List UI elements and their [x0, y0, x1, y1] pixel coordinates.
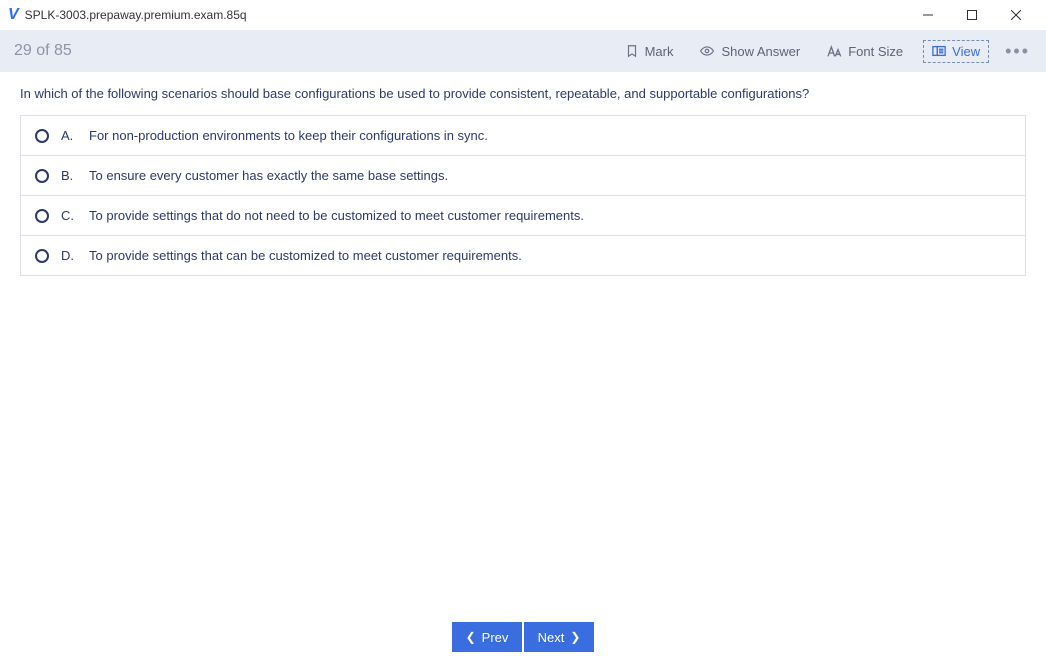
- option-text: For non-production environments to keep …: [89, 128, 488, 143]
- option-c[interactable]: C. To provide settings that do not need …: [21, 195, 1025, 235]
- mark-button[interactable]: Mark: [619, 40, 680, 63]
- option-letter: B.: [61, 168, 77, 183]
- more-options-button[interactable]: •••: [1003, 41, 1032, 62]
- radio-icon: [35, 249, 49, 263]
- next-button[interactable]: Next ❯: [524, 622, 594, 652]
- radio-icon: [35, 129, 49, 143]
- titlebar: V SPLK-3003.prepaway.premium.exam.85q: [0, 0, 1046, 30]
- question-panel: In which of the following scenarios shou…: [0, 72, 1046, 276]
- show-answer-label: Show Answer: [721, 44, 800, 59]
- option-letter: A.: [61, 128, 77, 143]
- window-controls: [906, 1, 1038, 29]
- chevron-right-icon: ❯: [570, 630, 580, 644]
- bottom-nav: ❮ Prev Next ❯: [0, 622, 1046, 652]
- window-title: SPLK-3003.prepaway.premium.exam.85q: [25, 8, 906, 22]
- option-text: To provide settings that can be customiz…: [89, 248, 522, 263]
- close-button[interactable]: [994, 1, 1038, 29]
- question-text: In which of the following scenarios shou…: [20, 86, 1026, 101]
- radio-icon: [35, 169, 49, 183]
- option-letter: D.: [61, 248, 77, 263]
- ellipsis-icon: •••: [1005, 41, 1030, 61]
- question-progress: 29 of 85: [14, 42, 605, 60]
- option-text: To provide settings that do not need to …: [89, 208, 584, 223]
- toolbar: 29 of 85 Mark Show Answer Font Size View…: [0, 30, 1046, 72]
- show-answer-button[interactable]: Show Answer: [693, 40, 806, 63]
- option-a[interactable]: A. For non-production environments to ke…: [21, 115, 1025, 155]
- option-b[interactable]: B. To ensure every customer has exactly …: [21, 155, 1025, 195]
- option-letter: C.: [61, 208, 77, 223]
- prev-button[interactable]: ❮ Prev: [452, 622, 522, 652]
- maximize-button[interactable]: [950, 1, 994, 29]
- option-text: To ensure every customer has exactly the…: [89, 168, 448, 183]
- eye-icon: [699, 44, 715, 58]
- font-size-button[interactable]: Font Size: [820, 40, 909, 63]
- prev-label: Prev: [482, 630, 509, 645]
- list-view-icon: [932, 45, 946, 57]
- options-list: A. For non-production environments to ke…: [20, 115, 1026, 276]
- option-d[interactable]: D. To provide settings that can be custo…: [21, 235, 1025, 275]
- mark-label: Mark: [645, 44, 674, 59]
- app-logo-icon: V: [8, 6, 19, 24]
- chevron-left-icon: ❮: [466, 630, 476, 644]
- view-label: View: [952, 44, 980, 59]
- radio-icon: [35, 209, 49, 223]
- view-button[interactable]: View: [923, 40, 989, 63]
- font-size-icon: [826, 44, 842, 58]
- font-size-label: Font Size: [848, 44, 903, 59]
- minimize-button[interactable]: [906, 1, 950, 29]
- bookmark-icon: [625, 44, 639, 58]
- next-label: Next: [538, 630, 565, 645]
